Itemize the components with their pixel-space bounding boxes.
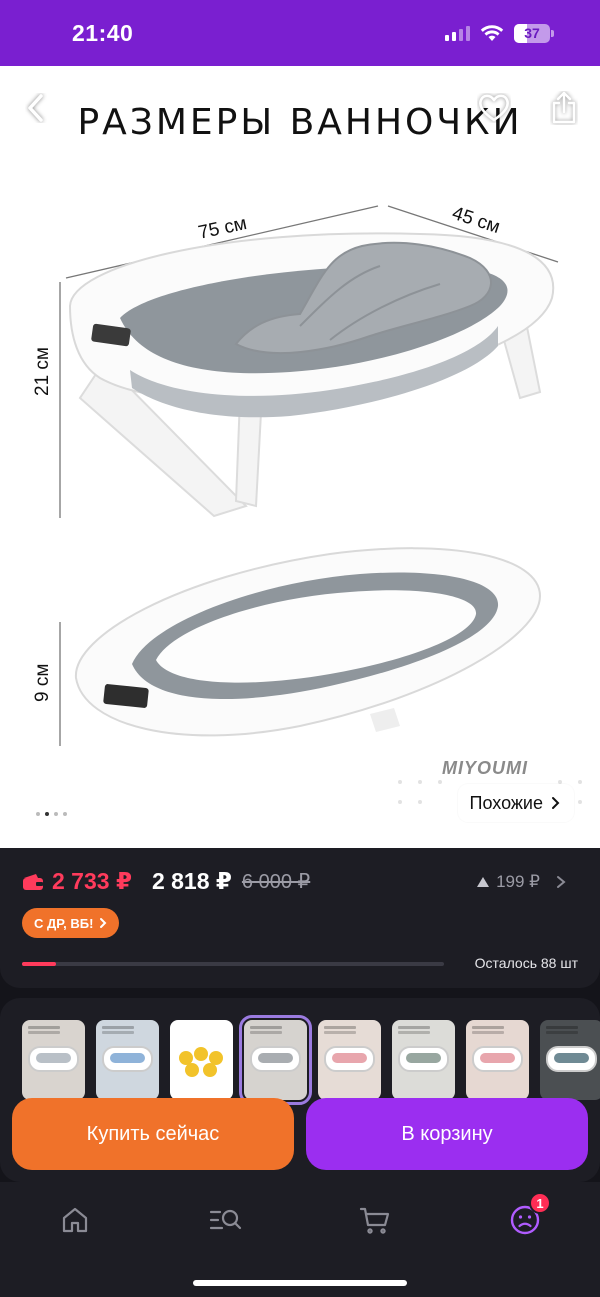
chevron-left-icon <box>28 94 43 122</box>
home-indicator <box>193 1280 407 1286</box>
heart-icon <box>479 94 509 122</box>
variant-thumb-7[interactable] <box>466 1020 529 1100</box>
height-open-dimension: 21 см <box>32 347 53 396</box>
cellular-signal-icon <box>445 25 470 41</box>
bottom-tab-bar: 1 <box>0 1182 600 1297</box>
home-icon <box>62 1207 88 1233</box>
wifi-icon <box>480 25 504 41</box>
status-bar: 21:40 37 <box>0 0 600 66</box>
wallet-price: 2 733 ₽ <box>52 868 132 894</box>
tab-cart[interactable] <box>355 1200 395 1240</box>
stock-remaining: Осталось 88 шт <box>474 955 578 971</box>
status-icons: 37 <box>445 23 554 43</box>
variant-thumb-1[interactable] <box>22 1020 85 1100</box>
promo-label: С ДР, ВБ! <box>34 915 94 931</box>
catalog-search-icon <box>209 1209 242 1230</box>
clock: 21:40 <box>72 19 134 46</box>
page-dot <box>54 812 58 816</box>
page-dot <box>63 812 67 816</box>
variant-thumb-2[interactable] <box>96 1020 159 1100</box>
page-dot <box>45 812 49 816</box>
variant-thumb-5[interactable] <box>318 1020 381 1100</box>
height-folded-dimension: 9 см <box>32 664 53 702</box>
battery-icon: 37 <box>514 23 554 43</box>
brand-watermark: MIYOUMI <box>442 758 528 778</box>
chevron-right-icon <box>100 918 107 928</box>
favorite-button[interactable] <box>474 88 514 128</box>
variant-thumb-3[interactable] <box>170 1020 233 1100</box>
chevron-right-icon <box>557 876 566 888</box>
similar-label: Похожие <box>469 792 543 813</box>
length-dimension: 75 см <box>196 213 248 244</box>
add-to-cart-button[interactable]: В корзину <box>306 1098 588 1170</box>
similar-button[interactable]: Похожие <box>457 784 574 822</box>
cart-icon <box>359 1207 390 1234</box>
points-value: 199 ₽ <box>496 872 540 891</box>
variant-thumb-6[interactable] <box>392 1020 455 1100</box>
stock-progress-fill <box>22 962 56 966</box>
product-gallery[interactable]: РАЗМЕРЫ ВАННОЧКИ 75 см 45 см 21 см 9 см <box>0 66 600 848</box>
variant-thumb-4[interactable] <box>239 1015 312 1105</box>
tab-profile[interactable]: 1 <box>505 1192 551 1240</box>
gallery-pagination <box>36 812 67 816</box>
stock-progress-bar <box>22 962 444 966</box>
chevron-right-icon <box>552 797 560 809</box>
width-dimension: 45 см <box>449 203 502 238</box>
price-row: 2 733 ₽ 2 818 ₽ 6 000 ₽ <box>22 868 310 895</box>
points-info[interactable]: 199 ₽ <box>476 872 568 892</box>
thumbnail-strip[interactable] <box>22 1015 600 1105</box>
wallet-icon <box>23 873 43 890</box>
back-button[interactable] <box>16 88 56 128</box>
triangle-up-icon <box>477 877 490 887</box>
page-dot <box>36 812 40 816</box>
promo-badge[interactable]: С ДР, ВБ! <box>22 908 120 938</box>
price-card: 2 733 ₽ 2 818 ₽ 6 000 ₽ 199 ₽ С ДР, ВБ! … <box>0 848 600 988</box>
notification-badge: 1 <box>529 1192 551 1214</box>
old-price: 6 000 ₽ <box>241 871 311 893</box>
variant-thumb-8[interactable] <box>540 1020 600 1100</box>
tab-catalog[interactable] <box>205 1200 245 1240</box>
buy-now-button[interactable]: Купить сейчас <box>12 1098 294 1170</box>
current-price: 2 818 ₽ <box>151 868 232 894</box>
share-button[interactable] <box>544 88 584 128</box>
tab-home[interactable] <box>55 1200 95 1240</box>
share-icon <box>552 91 576 124</box>
bathtub-illustration: 75 см 45 см 21 см 9 см <box>32 203 582 804</box>
